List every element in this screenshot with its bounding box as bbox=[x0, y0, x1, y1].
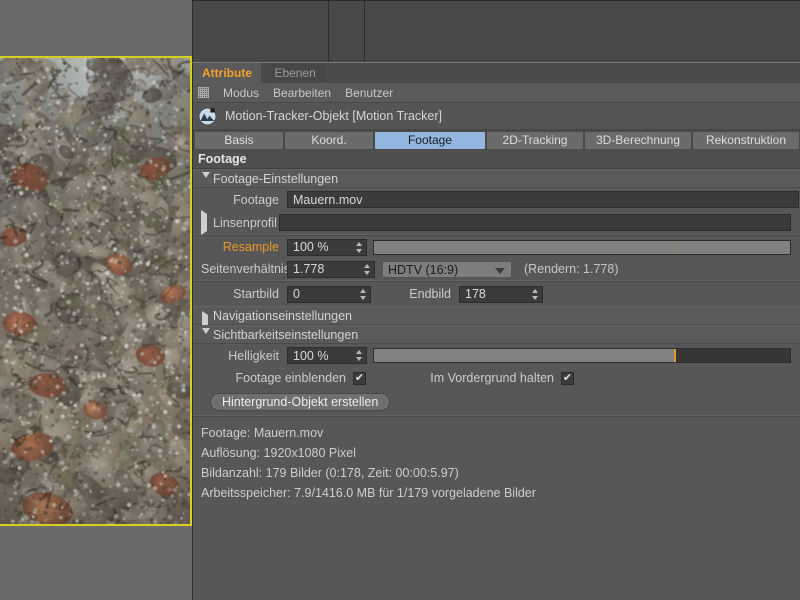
lens-profile-field[interactable] bbox=[279, 214, 791, 231]
aspect-value-field[interactable]: 1.778 bbox=[287, 261, 375, 278]
object-header-row: Motion-Tracker-Objekt [Motion Tracker] bbox=[193, 103, 800, 130]
top-panel-strip bbox=[192, 0, 800, 62]
brightness-value-field[interactable]: 100 % bbox=[287, 347, 367, 364]
group-footage-einstellungen[interactable]: Footage-Einstellungen bbox=[193, 169, 800, 188]
row-create-background: Hintergrund-Objekt erstellen bbox=[193, 389, 800, 415]
row-frame-range: Startbild 0 Endbild 178 bbox=[193, 282, 800, 306]
row-helligkeit: Helligkeit 100 % bbox=[193, 344, 800, 367]
manager-tab-row: Attribute Ebenen bbox=[193, 63, 800, 83]
grip-handle-icon[interactable] bbox=[198, 87, 209, 98]
chevron-down-icon bbox=[495, 268, 505, 274]
footage-filename-field[interactable]: Mauern.mov bbox=[287, 191, 799, 208]
row-visibility-toggles: Footage einblenden ✔ Im Vordergrund halt… bbox=[193, 367, 800, 389]
panel-divider-1[interactable] bbox=[328, 1, 329, 62]
label-footage: Footage bbox=[201, 193, 279, 207]
tab-footage[interactable]: Footage bbox=[375, 132, 485, 149]
footage-info-block: Footage: Mauern.mov Auflösung: 1920x1080… bbox=[193, 417, 800, 503]
tab-basis[interactable]: Basis bbox=[195, 132, 283, 149]
panel-divider-2[interactable] bbox=[364, 1, 365, 62]
attribute-manager: Attribute Ebenen Modus Bearbeiten Benutz… bbox=[192, 62, 800, 600]
label-footage-einblenden: Footage einblenden bbox=[201, 371, 346, 385]
group-label: Navigationseinstellungen bbox=[213, 309, 352, 323]
tab-koord[interactable]: Koord. bbox=[285, 132, 373, 149]
brightness-slider[interactable] bbox=[373, 348, 791, 363]
checkbox-footage-einblenden[interactable]: ✔ bbox=[353, 372, 366, 385]
attribute-tab-strip: Basis Koord. Footage 2D-Tracking 3D-Bere… bbox=[193, 130, 800, 150]
group-navigationseinstellungen[interactable]: Navigationseinstellungen bbox=[193, 306, 800, 325]
footage-preview[interactable] bbox=[0, 56, 192, 526]
label-seitenverhaeltnis: Seitenverhältnis bbox=[201, 262, 279, 276]
label-startbild: Startbild bbox=[201, 287, 279, 301]
info-resolution: Auflösung: 1920x1080 Pixel bbox=[201, 443, 800, 463]
chevron-right-icon[interactable] bbox=[201, 214, 207, 232]
section-title-footage: Footage bbox=[193, 150, 800, 169]
brightness-stepper-arrows[interactable] bbox=[355, 350, 362, 363]
info-frame-count: Bildanzahl: 179 Bilder (0:178, Zeit: 00:… bbox=[201, 463, 800, 483]
tab-3d-berechnung[interactable]: 3D-Berechnung bbox=[585, 132, 691, 149]
resample-value-field[interactable]: 100 % bbox=[287, 239, 367, 256]
resample-stepper-arrows[interactable] bbox=[355, 242, 362, 255]
panel-divider-left bbox=[192, 1, 193, 62]
end-frame-stepper-arrows[interactable] bbox=[531, 289, 538, 302]
label-resample: Resample bbox=[201, 240, 279, 254]
tab-rekonstruktion[interactable]: Rekonstruktion bbox=[693, 132, 799, 149]
info-memory: Arbeitsspeicher: 7.9/1416.0 MB für 1/179… bbox=[201, 483, 800, 503]
viewport-column bbox=[0, 0, 192, 600]
group-label: Footage-Einstellungen bbox=[213, 172, 338, 186]
application-window: Attribute Ebenen Modus Bearbeiten Benutz… bbox=[0, 0, 800, 600]
label-im-vordergrund-halten: Im Vordergrund halten bbox=[388, 371, 554, 385]
render-aspect-note: (Rendern: 1.778) bbox=[524, 262, 619, 276]
menu-modus[interactable]: Modus bbox=[223, 86, 259, 100]
motion-tracker-icon bbox=[198, 107, 217, 126]
row-seitenverhaeltnis: Seitenverhältnis 1.778 HDTV (16:9) (Rend… bbox=[193, 258, 800, 280]
create-background-object-button[interactable]: Hintergrund-Objekt erstellen bbox=[210, 393, 390, 411]
aspect-stepper-arrows[interactable] bbox=[363, 264, 370, 277]
aspect-preset-dropdown[interactable]: HDTV (16:9) bbox=[382, 261, 512, 278]
chevron-down-icon[interactable] bbox=[202, 176, 210, 195]
manager-menu-bar: Modus Bearbeiten Benutzer bbox=[193, 83, 800, 103]
chevron-down-icon[interactable] bbox=[202, 332, 210, 351]
label-helligkeit: Helligkeit bbox=[201, 349, 279, 363]
group-sichtbarkeitseinstellungen[interactable]: Sichtbarkeitseinstellungen bbox=[193, 325, 800, 344]
resample-slider[interactable] bbox=[373, 240, 791, 255]
object-title: Motion-Tracker-Objekt [Motion Tracker] bbox=[225, 109, 442, 123]
menu-benutzer[interactable]: Benutzer bbox=[345, 86, 393, 100]
group-label: Sichtbarkeitseinstellungen bbox=[213, 328, 358, 342]
end-frame-field[interactable]: 178 bbox=[459, 286, 543, 303]
info-footage: Footage: Mauern.mov bbox=[201, 423, 800, 443]
checkbox-im-vordergrund-halten[interactable]: ✔ bbox=[561, 372, 574, 385]
tab-attribute[interactable]: Attribute bbox=[193, 63, 261, 83]
start-frame-field[interactable]: 0 bbox=[287, 286, 371, 303]
rock-wall-image bbox=[0, 58, 190, 524]
row-footage: Footage Mauern.mov bbox=[193, 188, 800, 211]
tab-2d-tracking[interactable]: 2D-Tracking bbox=[487, 132, 583, 149]
label-linsenprofil: Linsenprofil bbox=[213, 216, 271, 230]
start-frame-stepper-arrows[interactable] bbox=[359, 289, 366, 302]
tab-ebenen[interactable]: Ebenen bbox=[265, 63, 324, 83]
label-endbild: Endbild bbox=[393, 287, 451, 301]
row-linsenprofil: Linsenprofil bbox=[193, 211, 800, 234]
row-resample: Resample 100 % bbox=[193, 236, 800, 258]
menu-bearbeiten[interactable]: Bearbeiten bbox=[273, 86, 331, 100]
